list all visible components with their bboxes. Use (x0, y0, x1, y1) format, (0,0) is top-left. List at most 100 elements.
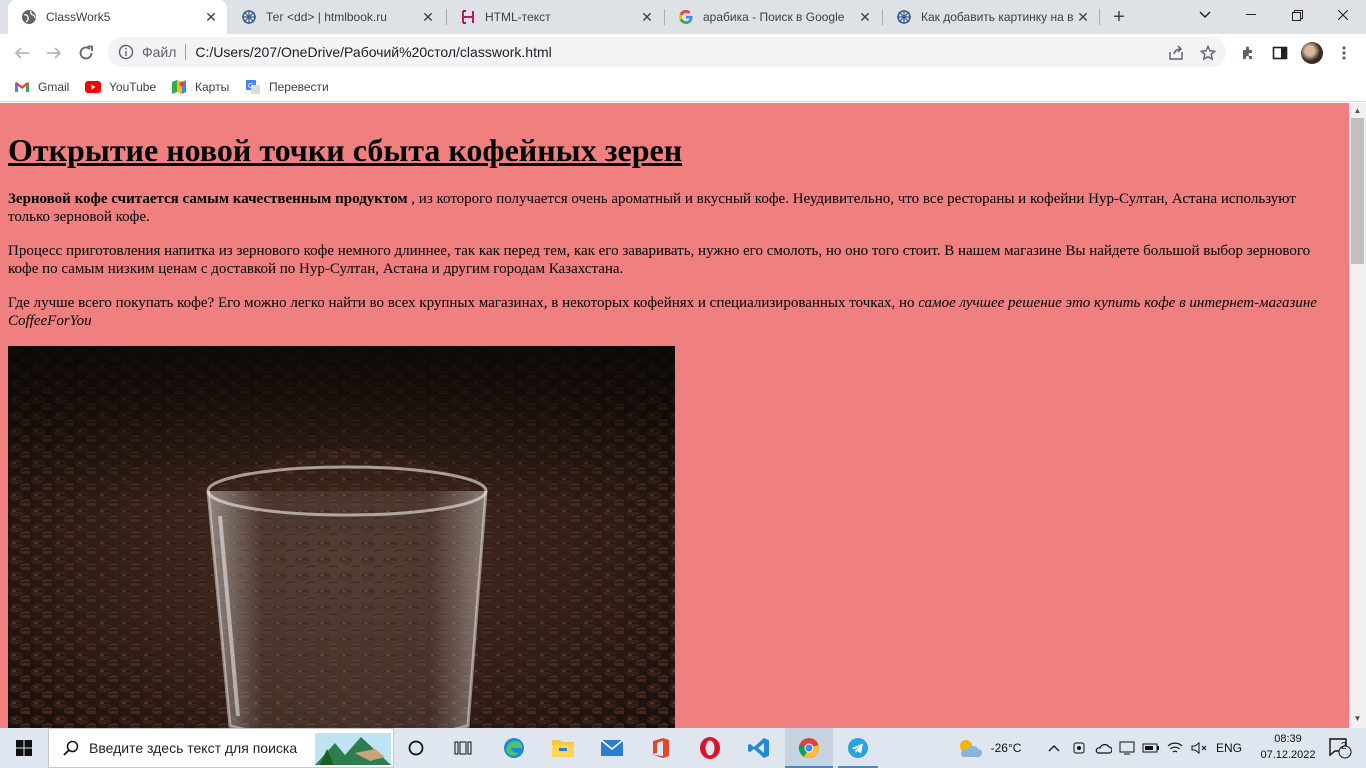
scroll-up-icon[interactable]: ▲ (1349, 103, 1366, 118)
back-button[interactable] (8, 39, 36, 67)
htmlbook-icon (896, 9, 912, 25)
youtube-icon (85, 79, 101, 95)
address-bar[interactable]: Файл C:/Users/207/OneDrive/Рабочий%20сто… (108, 37, 1226, 67)
chrome-icon[interactable] (785, 728, 833, 768)
volume-mute-icon[interactable] (1189, 728, 1209, 768)
google-icon (678, 9, 694, 25)
weather-icon[interactable] (954, 728, 984, 768)
tab-separator (1099, 9, 1100, 25)
info-icon[interactable] (118, 44, 134, 60)
coffee-beans-image (8, 346, 675, 728)
onedrive-icon[interactable] (1093, 728, 1113, 768)
paragraph-1-bold: Зерновой кофе считается самым качественн… (8, 191, 408, 207)
telegram-icon[interactable] (838, 728, 878, 768)
tab-strip: ClassWork5 ✕ Тег <dd> | htmlbook.ru ✕ HT… (0, 0, 1366, 34)
bookmark-label: Карты (195, 80, 230, 94)
avatar[interactable] (1301, 42, 1323, 64)
close-icon[interactable]: ✕ (420, 9, 436, 25)
tab-title: ClassWork5 (46, 10, 111, 24)
tab-title: Как добавить картинку на в (921, 10, 1074, 24)
html-text-icon (460, 9, 476, 25)
tab-title: HTML-текст (485, 10, 551, 24)
clock-date: 07.12.2022 (1260, 749, 1316, 761)
task-view-icon[interactable] (396, 728, 436, 768)
close-icon[interactable]: ✕ (857, 9, 873, 25)
url-text[interactable]: C:/Users/207/OneDrive/Рабочий%20стол/cla… (195, 44, 551, 60)
language-indicator[interactable]: ENG (1213, 728, 1245, 768)
svg-text:G: G (248, 83, 253, 90)
wifi-icon[interactable] (1165, 728, 1185, 768)
tab-htmlbook[interactable]: Тег <dd> | htmlbook.ru ✕ (228, 0, 444, 34)
side-panel-icon[interactable] (1266, 39, 1294, 67)
bookmark-label: YouTube (109, 80, 157, 94)
tab-html-text[interactable]: HTML-текст ✕ (447, 0, 663, 34)
scheme-label: Файл (142, 44, 177, 60)
tab-title: арабика - Поиск в Google (703, 10, 845, 24)
office-icon[interactable] (641, 728, 681, 768)
bookmark-maps[interactable]: Карты (171, 76, 229, 98)
tray-display-icon[interactable] (1117, 728, 1137, 768)
paragraph-1: Зерновой кофе считается самым качественн… (8, 190, 1341, 226)
restore-button[interactable] (1274, 0, 1320, 30)
page-scrollbar[interactable]: ▲ ▼ (1349, 103, 1366, 728)
clock-time: 08:39 (1274, 733, 1302, 745)
close-icon[interactable]: ✕ (1075, 9, 1091, 25)
bookmark-label: Gmail (38, 80, 70, 94)
start-button[interactable] (0, 728, 48, 768)
bookmark-translate[interactable]: G Перевести (245, 76, 329, 98)
bookmark-gmail[interactable]: Gmail (14, 76, 69, 98)
tab-title: Тег <dd> | htmlbook.ru (266, 10, 387, 24)
tab-classwork5[interactable]: ClassWork5 ✕ (8, 0, 227, 34)
chevron-up-icon[interactable] (1045, 728, 1063, 768)
scroll-down-icon[interactable]: ▼ (1349, 711, 1366, 726)
htmlbook-icon (241, 9, 257, 25)
weather-temperature[interactable]: -26°C (986, 728, 1026, 768)
search-icon (63, 740, 79, 756)
tab-search-button[interactable] (1182, 0, 1228, 30)
scrollbar-thumb[interactable] (1351, 118, 1364, 264)
close-window-button[interactable] (1320, 0, 1366, 30)
bookmark-label: Перевести (269, 80, 329, 94)
windows-taskbar: Введите здесь текст для поиска -26°C ENG… (0, 728, 1366, 768)
close-icon[interactable]: ✕ (203, 9, 219, 25)
mail-icon[interactable] (592, 728, 632, 768)
clock[interactable]: 08:39 07.12.2022 (1260, 731, 1316, 763)
new-tab-button[interactable]: + (1108, 6, 1130, 28)
paragraph-3: Где лучше всего покупать кофе? Его можно… (8, 294, 1341, 330)
file-explorer-icon[interactable] (543, 728, 583, 768)
tab-google-search[interactable]: арабика - Поиск в Google ✕ (665, 0, 881, 34)
tab-add-image[interactable]: Как добавить картинку на в ✕ (883, 0, 1099, 34)
edge-icon[interactable] (494, 728, 534, 768)
gmail-icon (14, 79, 30, 95)
minimize-button[interactable] (1228, 0, 1274, 30)
omnibox-divider (185, 44, 187, 60)
close-icon[interactable]: ✕ (639, 9, 655, 25)
forward-button[interactable] (40, 39, 68, 67)
page-body: Открытие новой точки сбыта кофейных зере… (0, 103, 1349, 728)
paragraph-3-text: Где лучше всего покупать кофе? Его можно… (8, 295, 919, 311)
page-heading: Открытие новой точки сбыта кофейных зере… (8, 132, 683, 168)
reload-button[interactable] (72, 39, 100, 67)
bookmarks-bar: Gmail YouTube Карты G Перевести (0, 71, 1366, 102)
share-icon[interactable] (1162, 39, 1190, 67)
taskbar-search[interactable]: Введите здесь текст для поиска (48, 728, 394, 768)
menu-icon[interactable] (1330, 39, 1358, 67)
opera-icon[interactable] (690, 728, 730, 768)
notifications-icon[interactable]: 2 (1320, 728, 1360, 768)
tray-app-icon[interactable] (1070, 728, 1088, 768)
search-placeholder: Введите здесь текст для поиска (89, 740, 298, 756)
globe-icon (21, 9, 37, 25)
vscode-icon[interactable] (739, 728, 779, 768)
widgets-icon[interactable] (443, 728, 483, 768)
browser-toolbar: Файл C:/Users/207/OneDrive/Рабочий%20сто… (0, 34, 1366, 71)
paragraph-2: Процесс приготовления напитка из зерново… (8, 243, 1311, 277)
page-viewport: Открытие новой точки сбыта кофейных зере… (0, 103, 1349, 728)
maps-icon (171, 79, 187, 95)
extensions-icon[interactable] (1234, 39, 1262, 67)
bookmark-youtube[interactable]: YouTube (85, 76, 156, 98)
battery-icon[interactable] (1141, 728, 1161, 768)
notification-count: 2 (1341, 741, 1347, 752)
bookmark-star-icon[interactable] (1194, 39, 1222, 67)
translate-icon: G (245, 79, 261, 95)
search-highlight-icon (315, 733, 391, 765)
